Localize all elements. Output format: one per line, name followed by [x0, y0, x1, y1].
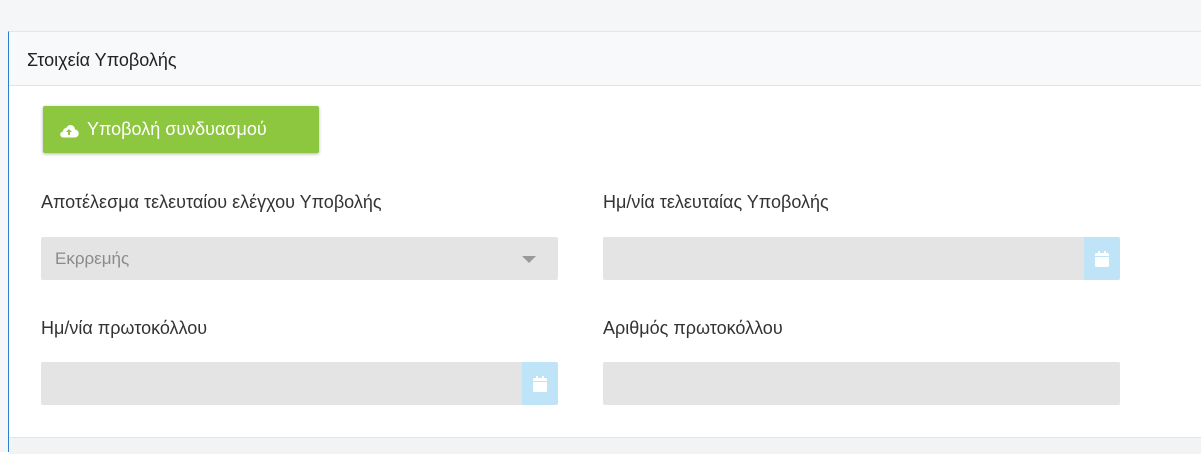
panel-footer [9, 437, 1201, 454]
panel-title: Στοιχεία Υποβολής [27, 50, 177, 70]
protocol-date-calendar-button[interactable] [522, 362, 558, 405]
submission-panel: Στοιχεία Υποβολής Υποβολή συνδυασμού Απο… [8, 31, 1201, 454]
calendar-icon [533, 375, 547, 392]
last-check-result-select[interactable]: Εκρρεμής [41, 237, 558, 280]
last-check-result-label: Αποτέλεσμα τελευταίου ελέγχου Υποβολής [41, 192, 382, 212]
chevron-down-icon [522, 256, 536, 263]
cloud-upload-icon [60, 124, 79, 138]
protocol-date-input[interactable] [41, 362, 522, 405]
last-check-result-value: Εκρρεμής [55, 249, 130, 268]
panel-header: Στοιχεία Υποβολής [9, 32, 1201, 86]
submit-combination-label: Υποβολή συνδυασμού [87, 119, 267, 139]
calendar-icon [1095, 250, 1109, 267]
protocol-number-input[interactable] [603, 362, 1120, 405]
protocol-number-label: Αριθμός πρωτοκόλλου [603, 318, 783, 338]
submit-combination-button[interactable]: Υποβολή συνδυασμού [43, 106, 319, 153]
protocol-date-label: Ημ/νία πρωτοκόλλου [41, 318, 208, 338]
last-submission-date-input[interactable] [603, 237, 1084, 280]
page-background: Στοιχεία Υποβολής Υποβολή συνδυασμού Απο… [0, 0, 1201, 454]
last-submission-date-calendar-button[interactable] [1084, 237, 1120, 280]
last-submission-date-label: Ημ/νία τελευταίας Υποβολής [603, 192, 829, 212]
